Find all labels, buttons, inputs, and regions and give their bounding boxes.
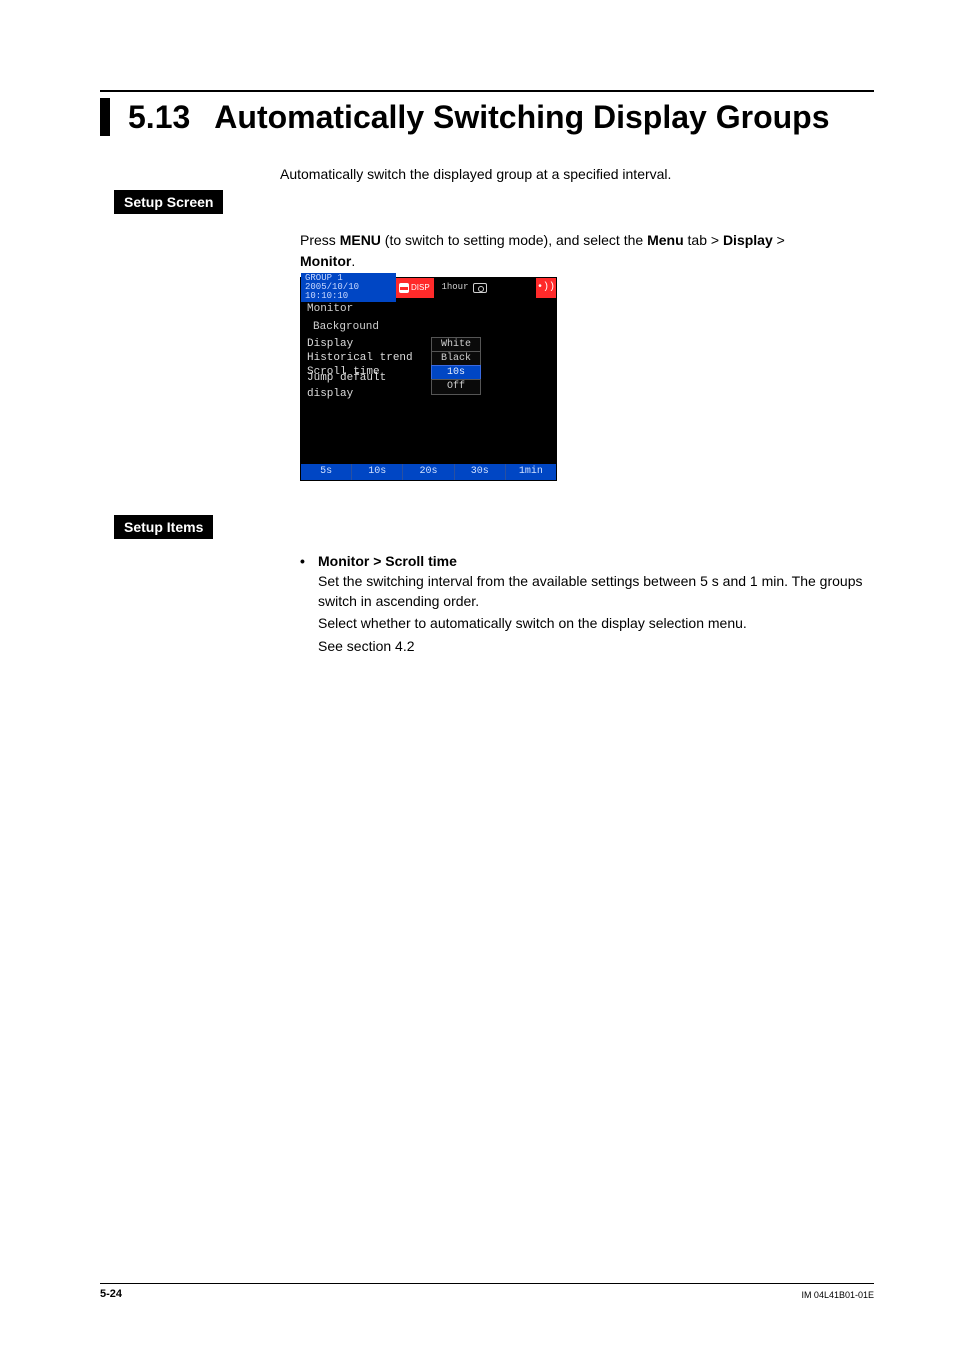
device-spacer [494, 278, 536, 298]
device-row-value: Off [431, 379, 481, 396]
setup-item-p3: See section 4.2 [318, 636, 874, 656]
device-group-datetime: GROUP 1 2005/10/10 10:10:10 [301, 273, 396, 302]
device-row: Historical trend Black [301, 352, 556, 366]
device-screenshot: GROUP 1 2005/10/10 10:10:10 DISP 1hour •… [300, 277, 557, 481]
doc-id: IM 04L41B01-01E [801, 1290, 874, 1300]
bullet-dot: • [300, 553, 308, 569]
setup-screen-label: Setup Screen [114, 190, 223, 214]
device-datetime: 2005/10/10 10:10:10 [305, 283, 392, 301]
display-word: Display [723, 232, 773, 248]
setup-item-p2: Select whether to automatically switch o… [318, 613, 874, 633]
device-option: 20s [403, 464, 454, 480]
monitor-word: Monitor [300, 253, 351, 269]
device-option: 1min [506, 464, 556, 480]
disp-icon [399, 283, 409, 293]
time-label: 1hour [441, 281, 468, 294]
device-option: 5s [301, 464, 352, 480]
device-option: 30s [455, 464, 506, 480]
device-row: Display White [301, 338, 556, 352]
disp-label: DISP [411, 282, 430, 294]
device-category: Background [301, 320, 556, 338]
txt: . [351, 253, 355, 269]
setup-screen-instruction: Press MENU (to switch to setting mode), … [300, 230, 874, 271]
device-time-badge: 1hour [434, 278, 494, 298]
device-disp-badge: DISP [396, 278, 434, 298]
intro-text: Automatically switch the displayed group… [280, 166, 874, 182]
top-rule [100, 90, 874, 92]
setup-item-p1: Set the switching interval from the avai… [318, 571, 874, 612]
device-titlebar: GROUP 1 2005/10/10 10:10:10 DISP 1hour •… [301, 278, 556, 298]
setup-items-label: Setup Items [114, 515, 213, 539]
menu-word: MENU [340, 232, 381, 248]
setup-screen-content: Press MENU (to switch to setting mode), … [300, 230, 874, 480]
page-number: 5-24 [100, 1288, 122, 1300]
menu-tab-word: Menu [647, 232, 684, 248]
setup-item-bullet: • Monitor > Scroll time [300, 553, 874, 569]
section-title: Automatically Switching Display Groups [214, 98, 829, 136]
txt: tab > [684, 232, 723, 248]
device-gap [301, 394, 556, 464]
device-row: Jump default display Off [301, 380, 556, 394]
device-option: 10s [352, 464, 403, 480]
txt: (to switch to setting mode), and select … [381, 232, 647, 248]
device-menu-title: Monitor [301, 298, 556, 320]
camera-icon [473, 283, 487, 293]
page-footer: 5-24 IM 04L41B01-01E [100, 1283, 874, 1300]
section-heading: 5.13 Automatically Switching Display Gro… [100, 98, 874, 136]
txt: Press [300, 232, 340, 248]
device-row-label: Jump default display [301, 371, 431, 403]
txt: > [773, 232, 785, 248]
sound-icon: •)) [536, 278, 556, 298]
setup-item-heading: Monitor > Scroll time [318, 553, 457, 569]
device-bottom-options: 5s 10s 20s 30s 1min [301, 464, 556, 480]
section-number: 5.13 [128, 98, 190, 136]
heading-bar [100, 98, 110, 136]
